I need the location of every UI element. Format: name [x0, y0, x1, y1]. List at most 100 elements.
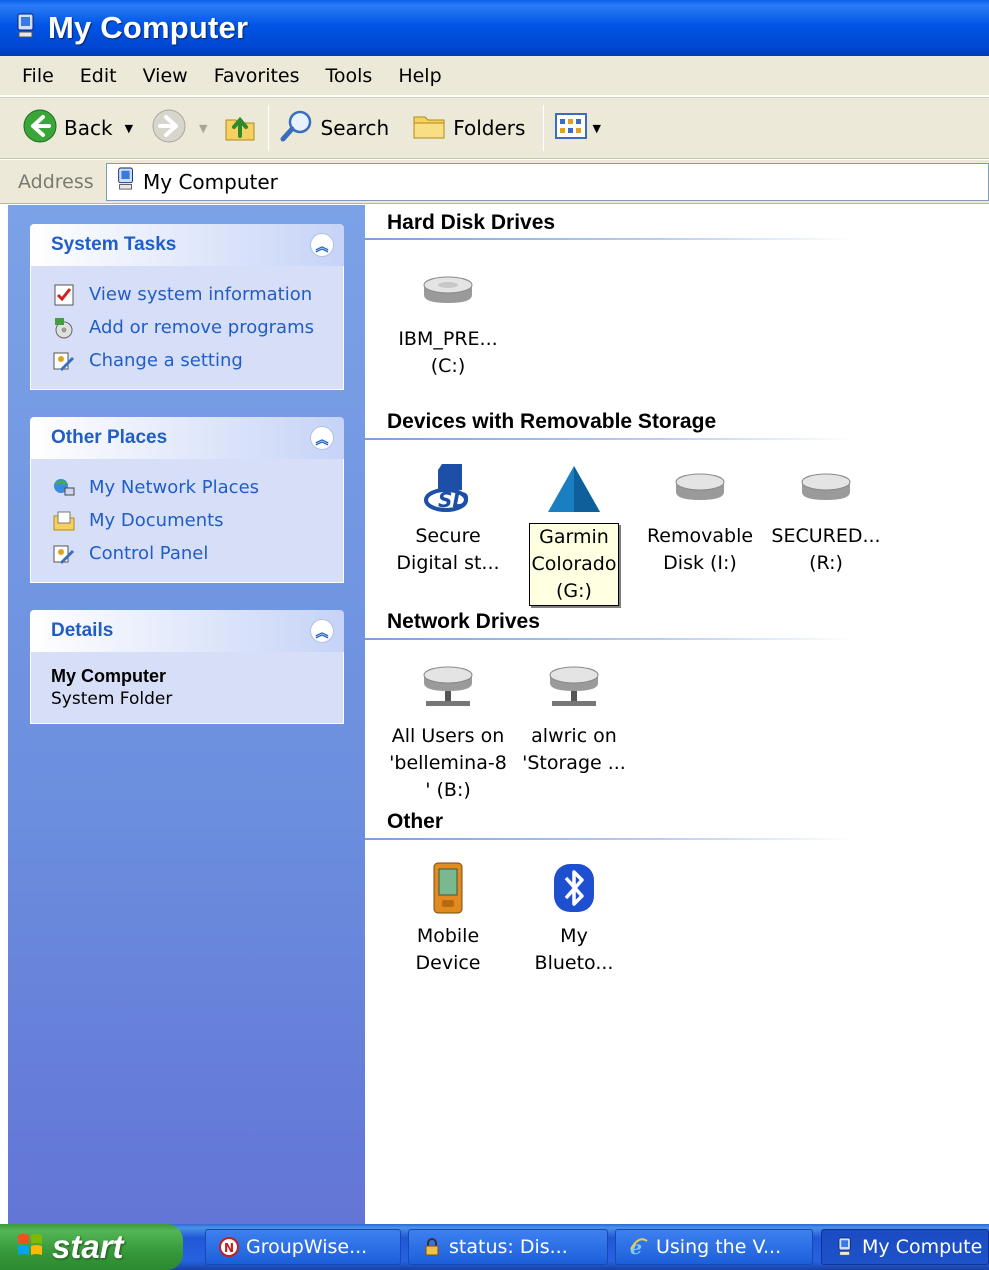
drive-item[interactable]: SECURED... (R:) [763, 457, 889, 577]
address-input[interactable]: My Computer [106, 162, 989, 201]
views-button[interactable]: ▼ [550, 104, 604, 152]
my-computer-icon [115, 166, 137, 197]
place-my-documents[interactable]: My Documents [51, 504, 343, 537]
toolbar-separator [543, 105, 545, 151]
window-title: My Computer [48, 10, 249, 45]
taskbar-button-status[interactable]: status: Dis... [408, 1229, 608, 1265]
sd-card-icon: SD [385, 457, 511, 519]
group-title-network: Network Drives [387, 610, 540, 633]
details-title: Details [51, 620, 114, 641]
drive-label: All Users on [391, 725, 505, 747]
network-drive-icon [385, 657, 511, 719]
network-drive-icon [511, 657, 637, 719]
control-panel-icon [51, 348, 77, 374]
search-icon [279, 108, 315, 149]
menu-tools[interactable]: Tools [313, 65, 386, 87]
start-label: start [52, 1228, 124, 1265]
up-folder-icon [222, 108, 258, 149]
task-view-system-information[interactable]: View system information [51, 278, 343, 311]
toolbar-separator [267, 105, 269, 151]
search-button[interactable]: Search [275, 104, 394, 152]
back-dropdown-icon[interactable]: ▼ [125, 122, 133, 135]
other-places-panel: Other Places ︽ My Network Places My Docu… [30, 417, 344, 583]
place-my-network-places[interactable]: My Network Places [51, 471, 343, 504]
search-label: Search [320, 116, 390, 140]
device-item[interactable]: Mobile Device [385, 857, 511, 977]
task-change-setting[interactable]: Change a setting [51, 344, 343, 377]
hard-drive-icon [385, 260, 511, 322]
drive-label: Disk (I:) [663, 552, 737, 574]
back-button[interactable]: Back ▼ [18, 104, 137, 152]
drive-item[interactable]: SD Secure Digital st... [385, 457, 511, 577]
group-divider [365, 438, 855, 440]
menu-edit[interactable]: Edit [67, 65, 130, 87]
taskbar-button-browser[interactable]: e Using the V... [615, 1229, 813, 1265]
device-label: Mobile [416, 925, 480, 947]
taskbar-button-label: Using the V... [656, 1236, 782, 1258]
drive-item[interactable]: IBM_PRE... (C:) [385, 260, 511, 380]
drive-label: Removable [646, 525, 754, 547]
system-tasks-header[interactable]: System Tasks ︽ [30, 224, 344, 266]
forward-button[interactable]: ▼ [147, 104, 211, 152]
drive-label: Garmin [539, 526, 609, 548]
group-divider [365, 838, 855, 840]
drive-label: IBM_PRE... [398, 328, 498, 350]
svg-text:SD: SD [438, 488, 469, 512]
removable-disk-icon [763, 457, 889, 519]
collapse-icon[interactable]: ︽ [310, 233, 334, 257]
my-documents-icon [51, 508, 77, 534]
drive-label: 'Storage ... [522, 752, 626, 774]
control-panel-icon [51, 541, 77, 567]
taskbar-button-my-computer[interactable]: My Compute [821, 1229, 989, 1265]
add-remove-programs-icon [51, 315, 77, 341]
menu-favorites[interactable]: Favorites [201, 65, 313, 87]
drive-label: 'bellemina-8 [389, 752, 507, 774]
device-label: Device [415, 952, 481, 974]
drive-item[interactable]: Removable Disk (I:) [637, 457, 763, 577]
views-icon [554, 111, 588, 146]
other-places-title: Other Places [51, 427, 168, 448]
menu-file[interactable]: File [0, 65, 67, 87]
device-label: Blueto... [534, 952, 614, 974]
views-dropdown-icon[interactable]: ▼ [592, 122, 600, 135]
up-folder-button[interactable] [218, 104, 262, 152]
system-tasks-title: System Tasks [51, 234, 177, 255]
device-label: My [560, 925, 588, 947]
group-title-other: Other [387, 810, 444, 833]
other-places-body: My Network Places My Documents Control P… [30, 459, 344, 583]
task-label: View system information [89, 284, 313, 305]
collapse-icon[interactable]: ︽ [310, 619, 334, 643]
windows-logo-icon [16, 1231, 44, 1264]
other-places-header[interactable]: Other Places ︽ [30, 417, 344, 459]
task-pane: System Tasks ︽ View system information A… [8, 205, 365, 1224]
back-label: Back [64, 116, 113, 140]
menu-help[interactable]: Help [385, 65, 454, 87]
taskbar-button-label: status: Dis... [449, 1236, 568, 1258]
title-bar[interactable]: My Computer [0, 0, 989, 56]
device-item[interactable]: My Blueto... [511, 857, 637, 977]
address-value: My Computer [143, 169, 278, 194]
taskbar-button-label: GroupWise... [246, 1236, 368, 1258]
drive-label: Digital st... [396, 552, 500, 574]
drive-item[interactable]: Garmin Colorado (G:) [511, 457, 637, 606]
menu-view[interactable]: View [130, 65, 201, 87]
folders-button[interactable]: Folders [407, 104, 529, 152]
internet-explorer-icon: e [628, 1236, 650, 1258]
task-add-remove-programs[interactable]: Add or remove programs [51, 311, 343, 344]
folders-label: Folders [453, 116, 526, 140]
my-computer-icon [14, 12, 38, 45]
mobile-device-icon [385, 857, 511, 919]
place-control-panel[interactable]: Control Panel [51, 537, 343, 570]
drive-item[interactable]: alwric on 'Storage ... [511, 657, 637, 777]
forward-dropdown-icon[interactable]: ▼ [199, 122, 207, 135]
drive-label: SECURED... [771, 525, 881, 547]
taskbar-button-groupwise[interactable]: N GroupWise... [205, 1229, 401, 1265]
taskbar-button-label: My Compute [862, 1236, 983, 1258]
drive-item[interactable]: All Users on 'bellemina-8 ' (B:) [385, 657, 511, 804]
details-header[interactable]: Details ︽ [30, 610, 344, 652]
system-tasks-body: View system information Add or remove pr… [30, 266, 344, 390]
collapse-icon[interactable]: ︽ [310, 426, 334, 450]
groupwise-icon: N [218, 1236, 240, 1258]
start-button[interactable]: start [0, 1224, 183, 1270]
folders-icon [411, 108, 447, 149]
